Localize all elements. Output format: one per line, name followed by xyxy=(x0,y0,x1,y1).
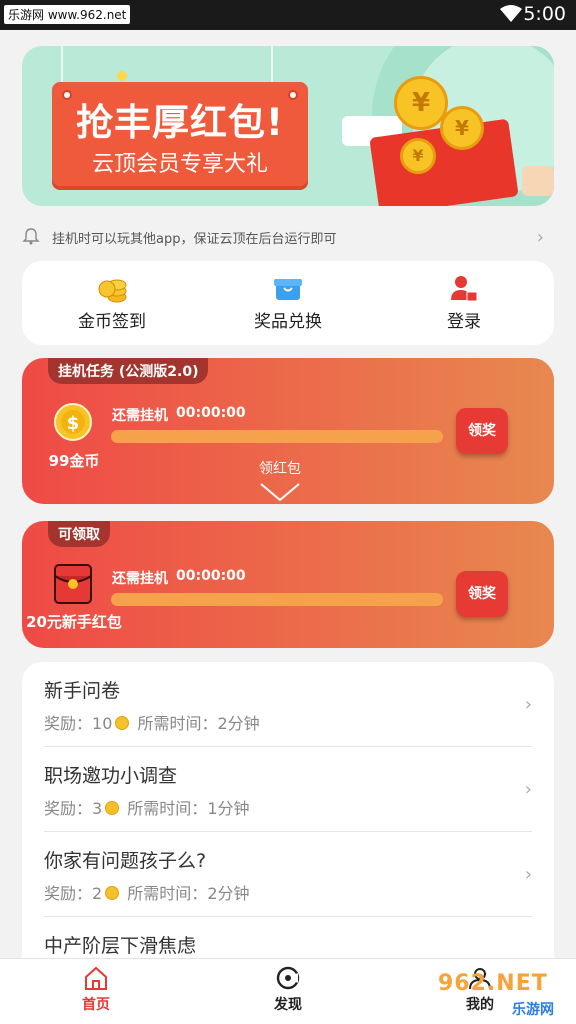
bell-icon xyxy=(22,228,40,245)
task-status-label: 还需挂机 xyxy=(112,571,168,587)
tab-label: 我的 xyxy=(466,997,494,1013)
time-value: 2分钟 xyxy=(207,884,250,903)
banner-sign: 抢丰厚红包! 云顶会员专享大礼 xyxy=(52,82,308,186)
coin-icon xyxy=(115,716,130,730)
reward-label: 奖励： xyxy=(44,799,93,818)
site-watermark-text: 乐游网 xyxy=(512,1002,554,1018)
time-label: 所需时间： xyxy=(137,714,218,733)
coins-icon xyxy=(98,279,127,303)
chevron-right-icon: › xyxy=(524,694,532,715)
coin-icon xyxy=(105,886,120,900)
reward-amount: 3 xyxy=(92,799,103,818)
banner-subtitle: 云顶会员专享大礼 xyxy=(91,152,268,177)
expand-label[interactable]: 领红包 xyxy=(22,458,538,478)
claim-button[interactable]: 领奖 xyxy=(456,408,508,454)
task-tag: 挂机任务 (公测版2.0) xyxy=(48,358,209,384)
task-reward: 20元新手红包 xyxy=(26,613,122,631)
coin-icon: ¥ xyxy=(400,138,436,174)
status-time: 5:00 xyxy=(523,3,566,25)
status-bar: 乐游网 www.962.net 5:00 xyxy=(0,0,576,30)
promo-banner[interactable]: 抢丰厚红包! 云顶会员专享大礼 ¥ ¥ ¥ xyxy=(22,46,554,206)
tab-home[interactable]: 首页 xyxy=(56,965,136,1014)
banner-title: 抢丰厚红包! xyxy=(76,101,284,144)
quick-action-checkin[interactable]: 金币签到 xyxy=(37,261,187,345)
quick-action-label: 登录 xyxy=(447,312,481,332)
survey-meta: 奖励：3 所需时间：1分钟 xyxy=(44,795,250,819)
time-value: 1分钟 xyxy=(207,799,250,818)
idle-task-card: 挂机任务 (公测版2.0) $ 99金币 还需挂机 00:00:00 领奖 领红… xyxy=(22,358,554,504)
reward-amount: 2 xyxy=(92,884,103,903)
reward-amount: 10 xyxy=(92,714,113,733)
task-progress-bar xyxy=(111,430,443,443)
task-timer: 00:00:00 xyxy=(176,405,246,421)
list-item[interactable]: 新手问卷 奖励：10 所需时间：2分钟 › xyxy=(44,662,532,747)
site-watermark-logo: 962.NET xyxy=(438,971,548,996)
red-envelope-icon xyxy=(54,564,92,604)
chevron-right-icon: › xyxy=(536,227,544,248)
survey-meta: 奖励：2 所需时间：2分钟 xyxy=(44,880,250,904)
tab-label: 首页 xyxy=(82,997,110,1013)
survey-list: 新手问卷 奖励：10 所需时间：2分钟 › 职场邀功小调查 奖励：3 所需时间：… xyxy=(22,662,554,982)
coin-icon xyxy=(105,801,120,815)
survey-title: 你家有问题孩子么? xyxy=(44,850,207,872)
quick-action-label: 奖品兑换 xyxy=(254,312,322,332)
quick-action-login[interactable]: 登录 xyxy=(389,261,539,345)
reward-label: 奖励： xyxy=(44,884,93,903)
status-watermark: 乐游网 www.962.net xyxy=(4,5,131,24)
time-label: 所需时间： xyxy=(127,884,208,903)
quick-action-redeem[interactable]: 奖品兑换 xyxy=(213,261,363,345)
survey-title: 中产阶层下滑焦虑 xyxy=(44,935,197,957)
home-icon xyxy=(85,966,107,990)
tab-label: 发现 xyxy=(274,997,302,1013)
reward-label: 奖励： xyxy=(44,714,93,733)
new-user-task-card: 可领取 20元新手红包 还需挂机 00:00:00 领奖 xyxy=(22,521,554,648)
task-progress-bar xyxy=(111,593,443,606)
survey-meta: 奖励：10 所需时间：2分钟 xyxy=(44,710,260,734)
quick-action-label: 金币签到 xyxy=(78,312,146,332)
dollar-coin-icon: $ xyxy=(54,403,92,441)
time-value: 2分钟 xyxy=(217,714,260,733)
time-label: 所需时间： xyxy=(127,799,208,818)
survey-title: 职场邀功小调查 xyxy=(44,765,178,787)
chevron-down-icon[interactable] xyxy=(259,482,301,502)
chevron-right-icon: › xyxy=(524,779,532,800)
list-item[interactable]: 你家有问题孩子么? 奖励：2 所需时间：2分钟 › xyxy=(44,832,532,917)
list-item[interactable]: 职场邀功小调查 奖励：3 所需时间：1分钟 › xyxy=(44,747,532,832)
task-tag: 可领取 xyxy=(48,521,110,547)
chevron-right-icon: › xyxy=(524,864,532,885)
wifi-icon xyxy=(500,5,522,22)
compass-icon xyxy=(276,966,300,990)
tab-discover[interactable]: 发现 xyxy=(248,965,328,1014)
user-lock-icon xyxy=(451,276,478,302)
coin-icon: ¥ xyxy=(440,106,484,150)
survey-title: 新手问卷 xyxy=(44,680,121,702)
claim-button[interactable]: 领奖 xyxy=(456,571,508,617)
task-timer: 00:00:00 xyxy=(176,568,246,584)
bottom-tab-bar: 首页 发现 我的 962.NET 乐游网 xyxy=(0,958,576,1024)
quick-actions: 金币签到 奖品兑换 登录 xyxy=(22,261,554,345)
notice-bar[interactable]: 挂机时可以玩其他app，保证云顶在后台运行即可 › xyxy=(22,224,554,250)
gift-box-icon xyxy=(274,279,302,300)
notice-text: 挂机时可以玩其他app，保证云顶在后台运行即可 xyxy=(52,232,337,247)
coin-symbol: $ xyxy=(67,413,80,434)
task-status-label: 还需挂机 xyxy=(112,408,168,424)
